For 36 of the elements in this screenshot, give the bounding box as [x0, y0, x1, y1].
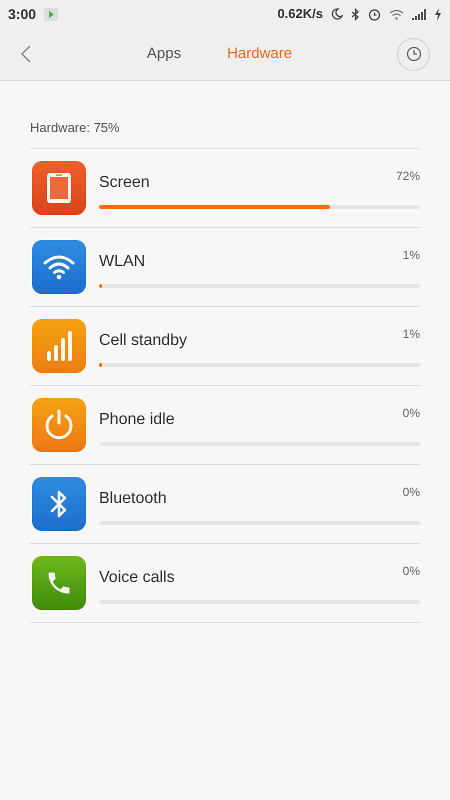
wifi-icon: [389, 8, 404, 20]
usage-name: Voice calls: [99, 568, 175, 588]
usage-percent: 0%: [402, 562, 420, 580]
chevron-left-icon: [20, 44, 32, 64]
tab[interactable]: Apps: [146, 42, 182, 66]
charging-icon: [434, 8, 442, 20]
usage-row[interactable]: WLAN 1%: [30, 228, 420, 306]
network-speed: 0.62K/s: [277, 5, 323, 24]
moon-icon: [331, 8, 343, 20]
signal-bars-icon: [46, 330, 72, 362]
usage-name: Screen: [99, 172, 150, 192]
usage-percent: 1%: [402, 326, 420, 342]
bluetooth-icon: [49, 488, 69, 518]
signal-icon: [412, 8, 426, 20]
usage-row[interactable]: Phone idle 0%: [30, 386, 420, 464]
usage-row[interactable]: Cell standby 1%: [30, 306, 420, 386]
bluetooth-icon: [351, 8, 360, 20]
history-button[interactable]: [397, 38, 430, 70]
usage-row[interactable]: Screen 72%: [30, 148, 420, 228]
hardware-summary: Hardware: 75%: [30, 118, 420, 148]
wifi-icon: [43, 254, 75, 280]
usage-name: Cell standby: [99, 330, 188, 350]
usage-percent: 1%: [402, 246, 420, 264]
usage-name: Phone idle: [99, 410, 175, 430]
alarm-icon: [368, 8, 381, 20]
play-store-icon: [44, 7, 58, 21]
usage-percent: 0%: [402, 404, 420, 422]
usage-row[interactable]: Bluetooth 0%: [30, 464, 420, 544]
usage-percent: 72%: [396, 168, 420, 184]
status-time: 3:00: [8, 4, 36, 24]
usage-row[interactable]: Voice calls 0%: [30, 544, 420, 622]
usage-name: Bluetooth: [99, 488, 167, 508]
usage-percent: 0%: [402, 484, 420, 500]
tablet-icon: [46, 172, 72, 204]
clock-icon: [406, 46, 422, 62]
usage-name: WLAN: [99, 252, 146, 272]
